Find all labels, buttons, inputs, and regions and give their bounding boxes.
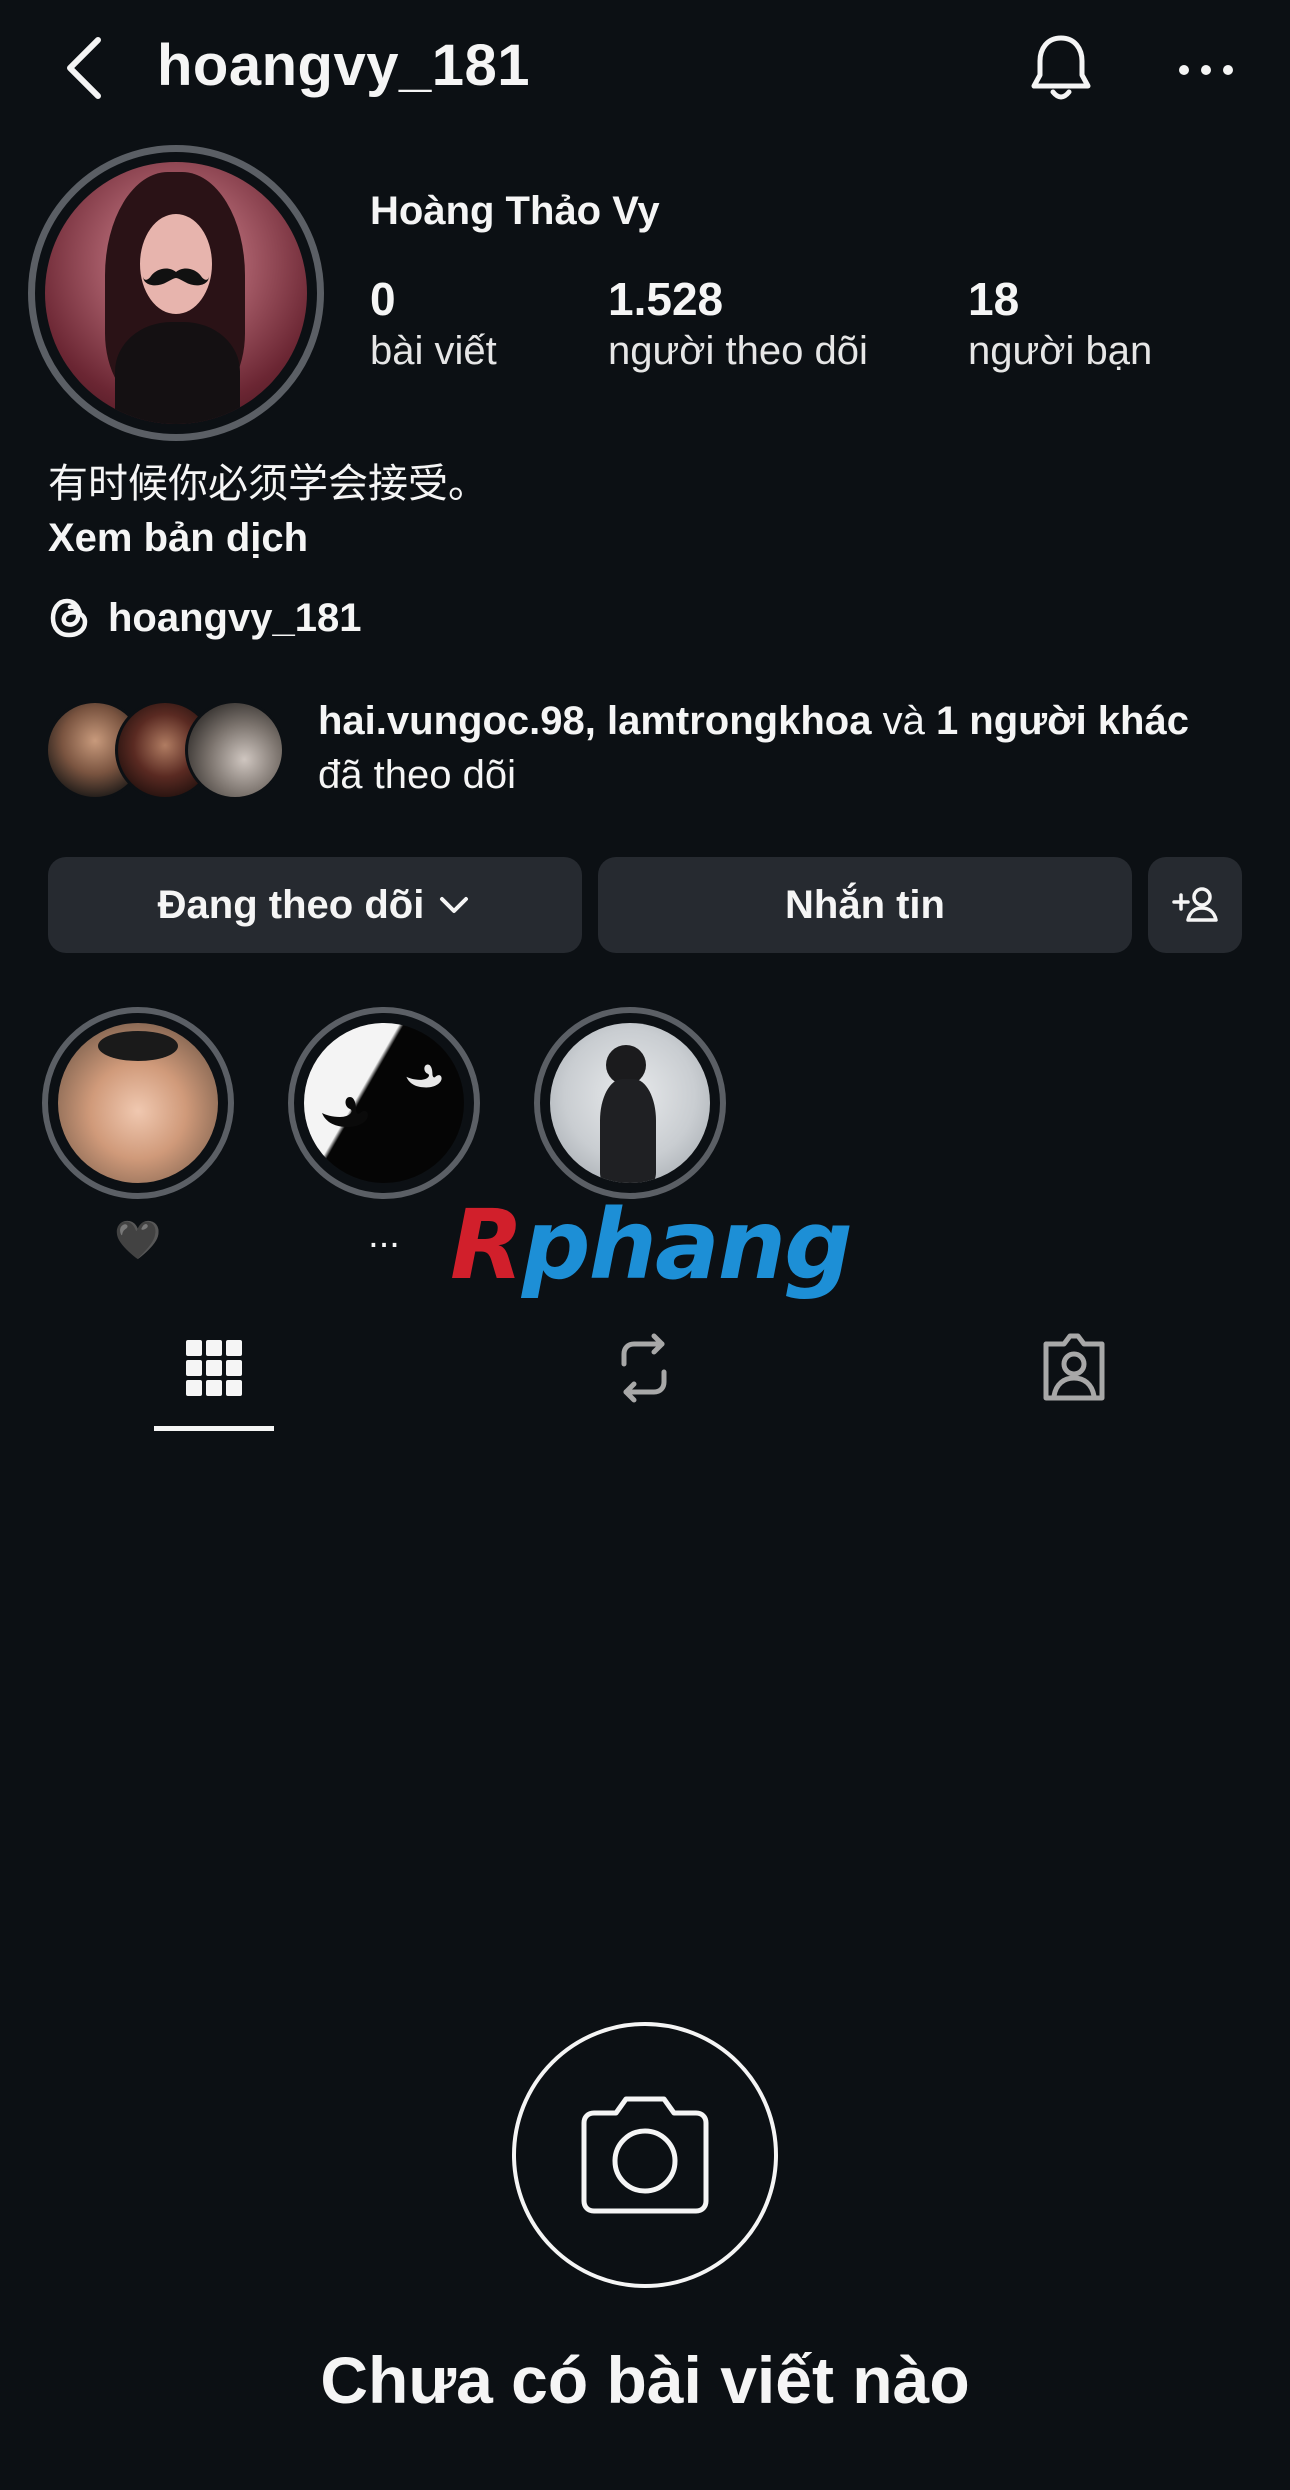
following-label: Đang theo dõi xyxy=(157,882,425,927)
profile-display-name: Hoàng Thảo Vy xyxy=(370,189,660,233)
avatar-image xyxy=(45,162,307,424)
threads-icon xyxy=(50,598,88,638)
grid-icon xyxy=(186,1340,242,1396)
chevron-down-icon xyxy=(440,897,469,913)
stat-followers-value: 1.528 xyxy=(608,273,724,325)
more-horizontal-icon xyxy=(1179,65,1233,75)
highlight-2-ring xyxy=(288,1007,480,1199)
mutual-others: 1 người khác xyxy=(935,699,1189,743)
stat-friends[interactable]: 18 người bạn xyxy=(968,272,1152,376)
stat-posts-label: bài viết xyxy=(370,329,497,373)
swan-icon xyxy=(322,1097,368,1127)
mutual-avatar-3 xyxy=(185,700,285,800)
stat-posts: 0 bài viết xyxy=(370,272,497,376)
highlight-3-cover xyxy=(550,1023,710,1183)
threads-handle: hoangvy_181 xyxy=(108,595,362,640)
see-translation-link[interactable]: Xem bản dịch xyxy=(48,512,308,564)
profile-bio: 有时候你必须学会接受。 xyxy=(48,461,488,507)
stat-friends-value: 18 xyxy=(968,273,1020,325)
highlight-1-cover xyxy=(58,1023,218,1183)
avatar-body-shape xyxy=(115,322,240,424)
stat-followers[interactable]: 1.528 người theo dõi xyxy=(608,272,868,376)
highlight-3-ring xyxy=(534,1007,726,1199)
person-add-icon xyxy=(1172,887,1218,922)
watermark-rest: phang xyxy=(521,1189,853,1301)
empty-state-camera xyxy=(512,2022,778,2288)
empty-state-text: Chưa có bài viết nào xyxy=(320,2343,970,2417)
message-button[interactable]: Nhắn tin xyxy=(598,857,1132,953)
highlight-3[interactable] xyxy=(534,1007,726,1213)
add-friend-button[interactable] xyxy=(1148,857,1242,953)
highlight-2-cover xyxy=(304,1023,464,1183)
camera-icon xyxy=(581,2096,709,2214)
avatar-face-shape xyxy=(140,214,212,314)
message-label: Nhắn tin xyxy=(785,882,945,927)
mutual-and-word: và xyxy=(882,699,925,743)
chevron-left-icon xyxy=(67,37,101,99)
stat-followers-label: người theo dõi xyxy=(608,329,868,373)
tagged-person-icon xyxy=(1043,1333,1105,1401)
threads-link[interactable]: hoangvy_181 xyxy=(48,590,361,646)
stat-posts-value: 0 xyxy=(370,273,396,325)
mutual-names: hai.vungoc.98, lamtrongkhoa xyxy=(318,699,872,743)
watermark-first-letter: R xyxy=(450,1189,524,1301)
profile-username-title: hoangvy_181 xyxy=(157,33,531,98)
mutual-followers-avatars[interactable] xyxy=(45,700,305,800)
watermark-logo: Rphang xyxy=(450,1189,853,1301)
highlight-3-figure-body xyxy=(600,1079,656,1183)
tab-grid[interactable] xyxy=(154,1318,274,1418)
tab-tagged[interactable] xyxy=(1014,1318,1134,1418)
profile-avatar[interactable] xyxy=(28,145,324,441)
more-options-button[interactable] xyxy=(1176,40,1236,100)
repost-icon xyxy=(621,1333,667,1403)
highlight-1-label: 🖤 xyxy=(114,1220,162,1262)
highlight-1-ring xyxy=(42,1007,234,1199)
mutual-followers-text[interactable]: hai.vungoc.98, lamtrongkhoa và 1 người k… xyxy=(318,694,1268,802)
bell-icon xyxy=(1031,35,1091,100)
highlight-1[interactable]: 🖤 xyxy=(42,1007,234,1263)
highlight-1-headband xyxy=(98,1031,178,1061)
stat-friends-label: người bạn xyxy=(968,329,1153,373)
mutual-suffix: đã theo dõi xyxy=(318,753,516,797)
active-tab-indicator xyxy=(154,1426,274,1431)
tab-reposts[interactable] xyxy=(584,1318,704,1418)
swan-icon xyxy=(406,1064,442,1088)
notifications-button[interactable] xyxy=(1026,30,1096,106)
following-button[interactable]: Đang theo dõi xyxy=(48,857,582,953)
back-button[interactable] xyxy=(58,30,114,106)
mustache-sticker-icon xyxy=(143,268,209,286)
